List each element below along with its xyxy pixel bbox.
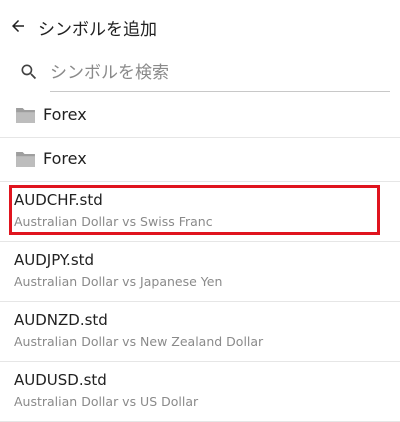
symbol-description: Australian Dollar vs Swiss Franc [14, 214, 213, 229]
page-title: シンボルを追加 [38, 20, 157, 40]
arrow-left-icon [12, 20, 24, 32]
symbol-item-audnzd[interactable]: AUDNZD.std Australian Dollar vs New Zeal… [0, 302, 400, 362]
search-input[interactable] [50, 54, 390, 92]
symbol-name: AUDNZD.std [14, 311, 108, 329]
folder-label: Forex [43, 149, 87, 168]
symbol-item-audjpy[interactable]: AUDJPY.std Australian Dollar vs Japanese… [0, 242, 400, 302]
folder-item-forex-2[interactable]: Forex [0, 138, 400, 182]
symbol-item-audchf[interactable]: AUDCHF.std Australian Dollar vs Swiss Fr… [0, 182, 400, 242]
folder-label: Forex [43, 105, 87, 124]
app-header: シンボルを追加 [0, 0, 400, 54]
symbol-description: Australian Dollar vs Japanese Yen [14, 274, 223, 289]
symbol-name: AUDJPY.std [14, 251, 95, 269]
search-icon [21, 64, 37, 80]
symbol-name: AUDUSD.std [14, 371, 107, 389]
symbol-description: Australian Dollar vs US Dollar [14, 394, 199, 409]
folder-icon [16, 151, 35, 168]
search-bar [14, 54, 394, 92]
symbol-list: Forex Forex AUDCHF.std Australian Dollar… [0, 94, 400, 422]
folder-icon [16, 107, 35, 124]
symbol-item-audusd[interactable]: AUDUSD.std Australian Dollar vs US Dolla… [0, 362, 400, 422]
folder-item-forex-1[interactable]: Forex [0, 94, 400, 138]
symbol-description: Australian Dollar vs New Zealand Dollar [14, 334, 264, 349]
back-button[interactable] [6, 14, 30, 38]
symbol-name: AUDCHF.std [14, 191, 103, 209]
